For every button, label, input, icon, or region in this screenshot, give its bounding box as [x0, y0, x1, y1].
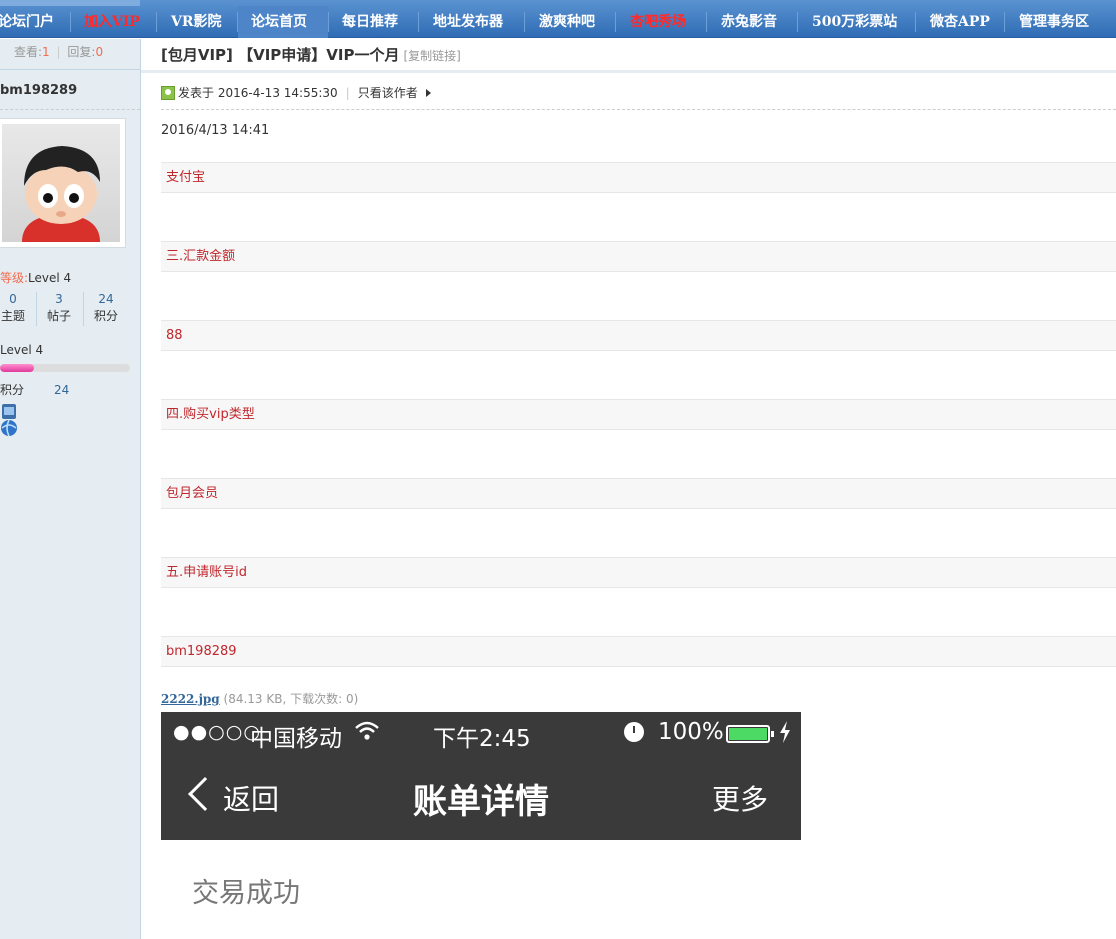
- attachment-info: (84.13 KB, 下载次数: 0): [223, 692, 359, 706]
- thread-stats-bar: 查看:1 | 回复:0: [0, 39, 140, 70]
- form-field-account-id: bm198289: [161, 636, 1116, 667]
- author-divider: [0, 109, 140, 110]
- battery-icon: [726, 725, 770, 743]
- nav-item-forum-home[interactable]: 论坛首页: [238, 6, 328, 38]
- phone-more-button: 更多: [712, 783, 769, 816]
- nav-divider: [156, 12, 157, 32]
- phone-time: 下午2:45: [433, 726, 531, 752]
- online-status-icon: [161, 86, 175, 100]
- top-nav: 论坛门户 加入VIP VR影院 论坛首页 每日推荐 地址发布器 激爽种吧 杏吧秀…: [0, 0, 1116, 38]
- globe-medal-icon[interactable]: [0, 419, 18, 437]
- stat-divider: [36, 292, 37, 326]
- phone-page-title: 账单详情: [413, 782, 549, 822]
- replies-label: 回复:: [67, 45, 96, 59]
- nav-item-live-show[interactable]: 杏吧秀场: [630, 6, 686, 38]
- score-value: 24: [54, 383, 70, 397]
- author-sidebar: 查看:1 | 回复:0 bm198289 等级:Level 4 0 主题 3 帖: [0, 39, 141, 939]
- stat-threads[interactable]: 0 主题: [0, 292, 31, 326]
- thread-title-bar: [包月VIP] 【VIP申请】VIP一个月 [复制链接]: [141, 39, 1116, 73]
- charging-bolt-icon: [779, 721, 791, 748]
- score-label: 积分: [0, 383, 25, 397]
- nav-divider: [615, 12, 616, 32]
- nav-item-join-vip[interactable]: 加入VIP: [84, 6, 140, 38]
- thread-title-text: [包月VIP] 【VIP申请】VIP一个月: [161, 46, 400, 64]
- nav-divider: [706, 12, 707, 32]
- attachment-image[interactable]: ●●○○○ 中国移动 下午2:45 100% 返回 账单详情 更多 交易成功: [161, 712, 801, 939]
- phone-header: ●●○○○ 中国移动 下午2:45 100% 返回 账单详情 更多: [161, 712, 801, 840]
- level-bar-label: Level 4: [0, 343, 44, 357]
- stat-points-label: 积分: [93, 309, 118, 323]
- attachment-line: 2222.jpg (84.13 KB, 下载次数: 0): [161, 690, 358, 707]
- nav-divider: [328, 12, 329, 32]
- author-name-link[interactable]: bm198289: [0, 83, 77, 98]
- score-row: 积分 24: [0, 381, 69, 398]
- nav-item-app[interactable]: 微杏APP: [930, 6, 990, 38]
- battery-level-fill: [729, 728, 767, 740]
- form-field-vip-type: 包月会员: [161, 478, 1116, 509]
- thread-title: [包月VIP] 【VIP申请】VIP一个月 [复制链接]: [161, 44, 461, 65]
- level-progress-bar: [0, 364, 130, 372]
- nav-divider: [70, 12, 71, 32]
- wifi-icon: [354, 720, 380, 748]
- form-field-payment: 支付宝: [161, 162, 1116, 193]
- nav-item-portal[interactable]: 论坛门户: [0, 6, 54, 38]
- nav-item-daily-picks[interactable]: 每日推荐: [342, 6, 398, 38]
- stats-divider: |: [56, 45, 61, 59]
- post-body-date: 2016/4/13 14:41: [161, 123, 270, 138]
- posted-at: 2016-4-13 14:55:30: [217, 86, 338, 100]
- carrier-name: 中国移动: [250, 726, 342, 752]
- trade-status: 交易成功: [192, 878, 300, 909]
- nav-divider: [1004, 12, 1005, 32]
- stat-posts-value: 3: [55, 292, 63, 306]
- stat-posts-label: 帖子: [46, 309, 71, 323]
- form-field-amount: 88: [161, 320, 1116, 351]
- alarm-clock-icon: [624, 722, 644, 742]
- views-count: 1: [42, 45, 50, 59]
- meta-divider-line: [161, 109, 1116, 110]
- nav-item-vr-cinema[interactable]: VR影院: [171, 6, 222, 38]
- form-field-account-heading: 五.申请账号id: [161, 557, 1116, 588]
- cartoon-boy-avatar-icon: [2, 124, 120, 242]
- views-label: 查看:: [14, 45, 43, 59]
- posted-prefix: 发表于: [178, 86, 215, 100]
- post-meta: 发表于 2016-4-13 14:55:30 | 只看该作者: [161, 84, 431, 101]
- signal-strength-icon: ●●○○○: [173, 721, 261, 743]
- stat-threads-label: 主题: [0, 309, 25, 323]
- battery-tip: [771, 731, 774, 737]
- battery-percent: 100%: [658, 719, 724, 745]
- form-field-amount-heading: 三.汇款金额: [161, 241, 1116, 272]
- form-field-vip-type-heading: 四.购买vip类型: [161, 399, 1116, 430]
- stat-points-value: 24: [98, 292, 114, 306]
- post-content: [包月VIP] 【VIP申请】VIP一个月 [复制链接] 发表于 2016-4-1…: [141, 39, 1116, 939]
- arrow-right-icon: [425, 89, 431, 97]
- stat-threads-value: 0: [9, 292, 17, 306]
- level-value: Level 4: [28, 271, 72, 285]
- attachment-filename-link[interactable]: 2222.jpg: [161, 692, 220, 706]
- stat-points[interactable]: 24 积分: [88, 292, 124, 326]
- nav-divider: [915, 12, 916, 32]
- nav-item-address-publisher[interactable]: 地址发布器: [433, 6, 503, 38]
- nav-divider: [418, 12, 419, 32]
- only-author-link[interactable]: 只看该作者: [358, 86, 418, 100]
- nav-item-chitu-video[interactable]: 赤兔影音: [721, 6, 777, 38]
- replies-count: 0: [95, 45, 104, 59]
- copy-link-button[interactable]: [复制链接]: [404, 49, 461, 63]
- meta-divider: |: [345, 86, 350, 100]
- stat-posts[interactable]: 3 帖子: [41, 292, 77, 326]
- level-key: 等级:: [0, 271, 29, 285]
- avatar[interactable]: [0, 118, 126, 248]
- nav-item-admin-area[interactable]: 管理事务区: [1019, 6, 1089, 38]
- nav-item-seed-bar[interactable]: 激爽种吧: [539, 6, 595, 38]
- nav-item-lottery[interactable]: 500万彩票站: [812, 6, 897, 38]
- user-level: 等级:Level 4: [0, 269, 71, 286]
- stat-divider: [83, 292, 84, 326]
- level-progress-fill: [0, 364, 34, 372]
- nav-divider: [524, 12, 525, 32]
- nav-divider: [797, 12, 798, 32]
